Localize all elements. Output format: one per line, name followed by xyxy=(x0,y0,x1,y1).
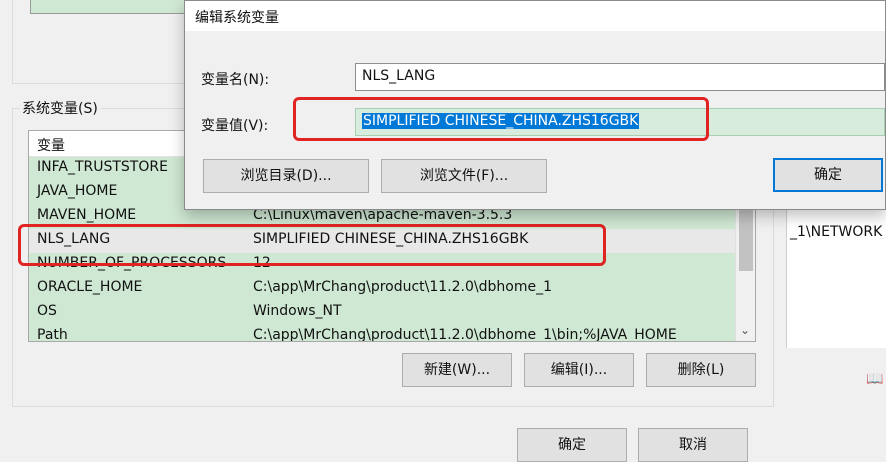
annotation-box-value xyxy=(293,97,709,141)
var-name: Path xyxy=(37,327,68,342)
path-fragment-text: _1\NETWORK xyxy=(790,224,883,240)
chevron-down-icon[interactable]: ⌄ xyxy=(740,323,750,337)
edit-var-button[interactable]: 编辑(I)... xyxy=(524,353,634,387)
footer-ok-button[interactable]: 确定 xyxy=(517,428,627,462)
table-row[interactable]: ORACLE_HOME C:\app\MrChang\product\11.2.… xyxy=(29,277,735,301)
var-name: JAVA_HOME xyxy=(37,183,118,199)
new-var-button[interactable]: 新建(W)... xyxy=(402,353,512,387)
var-value: Windows_NT xyxy=(253,303,342,319)
var-name: MAVEN_HOME xyxy=(37,207,137,223)
table-row[interactable]: OS Windows_NT xyxy=(29,301,735,325)
variable-name-input[interactable]: NLS_LANG xyxy=(355,63,885,91)
delete-var-button[interactable]: 删除(L) xyxy=(646,353,756,387)
footer-cancel-button[interactable]: 取消 xyxy=(638,428,748,462)
edit-system-variable-dialog: 编辑系统变量 变量名(N): NLS_LANG 变量值(V): SIMPLIFI… xyxy=(184,0,886,210)
variable-name-label: 变量名(N): xyxy=(201,72,270,88)
var-name: ORACLE_HOME xyxy=(37,279,143,295)
var-value: C:\app\MrChang\product\11.2.0\dbhome_1\b… xyxy=(253,327,677,342)
book-icon: 📖 xyxy=(866,371,884,387)
annotation-box-row xyxy=(18,224,606,266)
user-vars-list-remnant xyxy=(30,0,188,14)
system-vars-label: 系统变量(S) xyxy=(20,98,100,118)
browse-file-button[interactable]: 浏览文件(F)... xyxy=(381,159,547,193)
column-header-variable: 变量 xyxy=(37,138,65,154)
variable-value-label: 变量值(V): xyxy=(201,118,269,134)
var-name: INFA_TRUSTSTORE xyxy=(37,159,168,175)
dialog-titlebar[interactable]: 编辑系统变量 xyxy=(185,1,885,31)
var-name: OS xyxy=(37,303,57,319)
browse-directory-button[interactable]: 浏览目录(D)... xyxy=(203,159,369,193)
dialog-title: 编辑系统变量 xyxy=(195,10,279,26)
var-value: C:\app\MrChang\product\11.2.0\dbhome_1 xyxy=(253,279,552,295)
dialog-ok-button[interactable]: 确定 xyxy=(773,158,883,192)
table-row[interactable]: Path C:\app\MrChang\product\11.2.0\dbhom… xyxy=(29,325,735,342)
